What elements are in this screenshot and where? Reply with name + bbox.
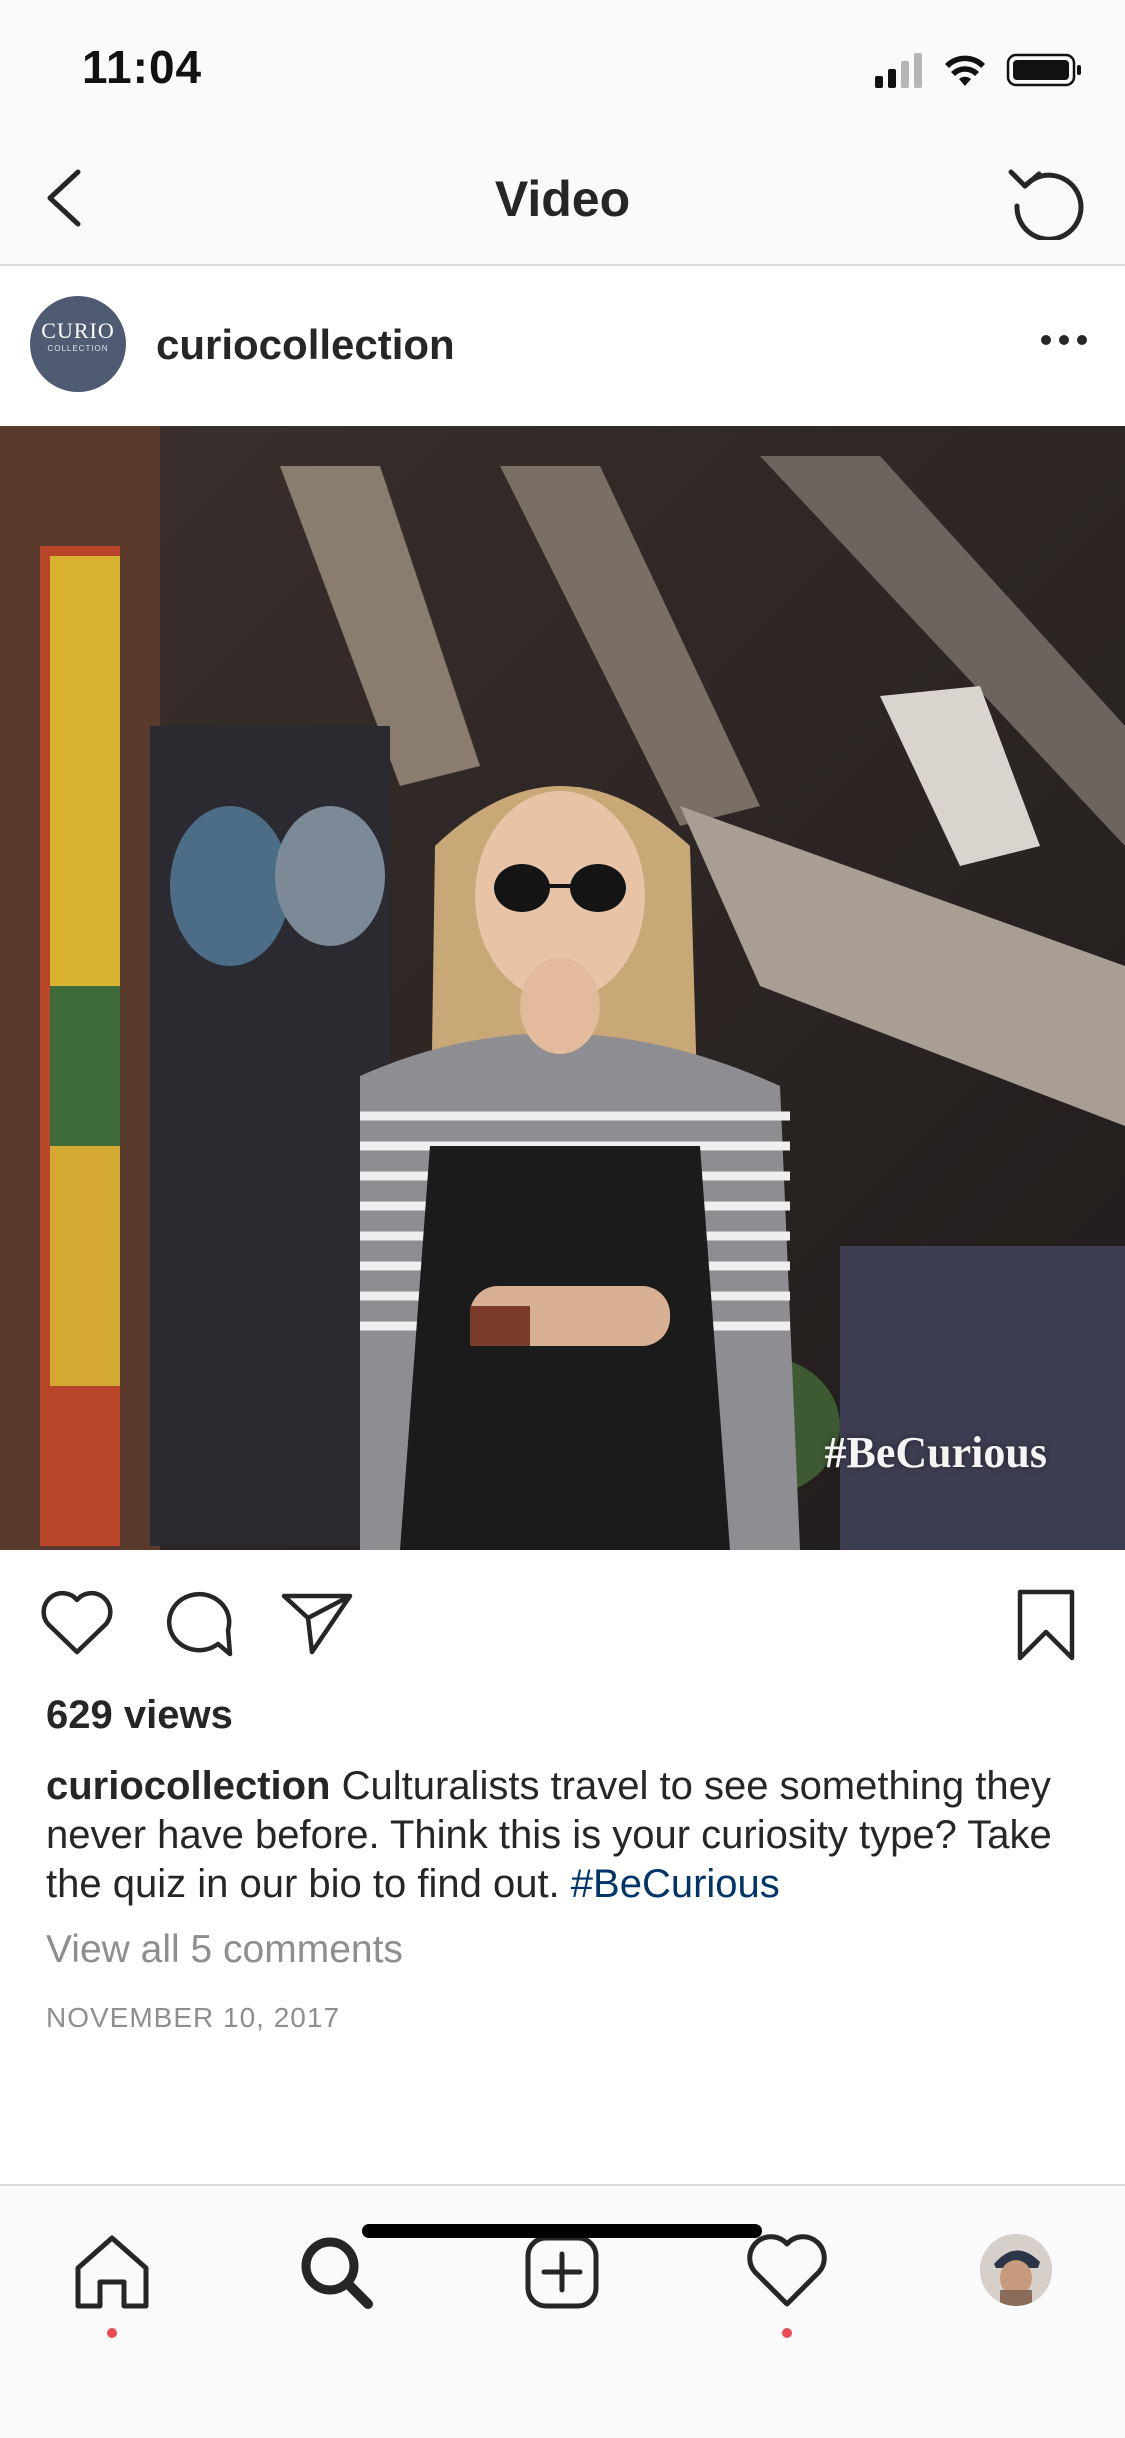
video-overlay-hashtag: #BeCurious — [824, 1428, 1047, 1477]
more-dots-icon[interactable] — [1039, 328, 1089, 352]
profile-photo — [980, 2234, 1052, 2306]
post-username[interactable]: curiocollection — [156, 321, 455, 369]
tab-bar — [0, 2184, 1125, 2438]
home-indicator — [362, 2224, 762, 2238]
avatar-logo-subtext: COLLECTION — [47, 344, 109, 353]
battery-icon — [1006, 53, 1081, 87]
view-all-comments-link[interactable]: View all 5 comments — [46, 1928, 403, 1972]
bookmark-icon[interactable] — [1014, 1588, 1078, 1662]
caption-username[interactable]: curiocollection — [46, 1764, 331, 1808]
video-frame — [0, 426, 1125, 1550]
post-caption: curiocollection Culturalists travel to s… — [46, 1762, 1086, 1909]
caption-hashtag[interactable]: #BeCurious — [571, 1862, 780, 1906]
status-bar: 11:04 — [0, 0, 1125, 132]
add-post-icon[interactable] — [520, 2230, 604, 2314]
send-icon[interactable] — [280, 1590, 354, 1656]
profile-avatar[interactable] — [980, 2234, 1052, 2306]
avatar-logo-text: CURIO — [41, 318, 115, 343]
wifi-icon — [945, 55, 985, 86]
activity-notification-dot — [782, 2328, 792, 2338]
home-icon[interactable] — [70, 2230, 154, 2314]
activity-heart-icon[interactable] — [745, 2230, 829, 2314]
comment-icon[interactable] — [162, 1590, 234, 1660]
status-icons — [875, 53, 1081, 88]
post-date: NOVEMBER 10, 2017 — [46, 2002, 341, 2033]
post-header: CURIO COLLECTION curiocollection — [0, 266, 1125, 426]
signal-icon — [875, 53, 922, 88]
view-count: 629 views — [46, 1693, 233, 1737]
heart-icon[interactable] — [40, 1590, 114, 1656]
video-player[interactable]: #BeCurious — [0, 426, 1125, 1550]
reload-icon[interactable] — [1005, 160, 1089, 240]
page-title: Video — [494, 171, 631, 227]
post-actions — [0, 1550, 1125, 1700]
home-notification-dot — [107, 2328, 117, 2338]
avatar[interactable]: CURIO COLLECTION — [30, 296, 126, 392]
nav-bar: Video — [0, 132, 1125, 266]
status-time: 11:04 — [82, 41, 203, 93]
search-icon[interactable] — [294, 2230, 378, 2314]
